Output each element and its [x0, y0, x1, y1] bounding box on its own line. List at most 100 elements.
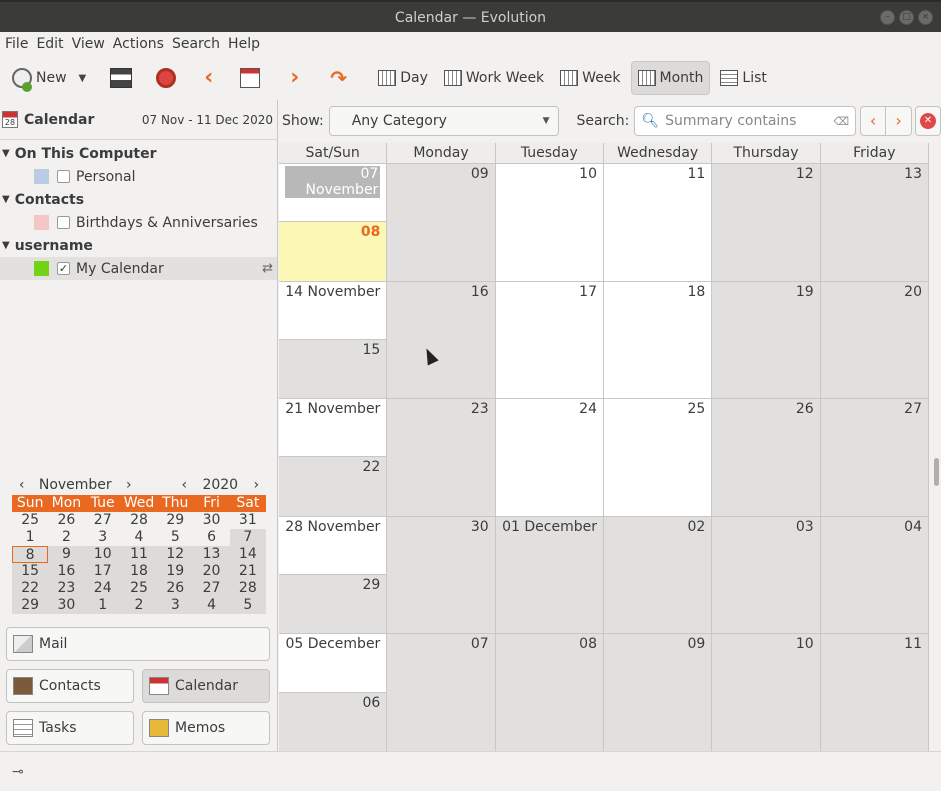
mini-day[interactable]: 12 — [157, 546, 194, 563]
mini-day[interactable]: 3 — [157, 597, 194, 614]
day-cell[interactable]: 25 — [604, 399, 713, 516]
menu-actions[interactable]: Actions — [113, 36, 172, 52]
mini-day[interactable]: 14 — [229, 546, 266, 563]
day-cell[interactable]: 04 — [820, 516, 929, 634]
day-cell[interactable]: 10 — [712, 634, 821, 751]
search-prev-button[interactable]: ‹ — [860, 106, 887, 136]
day-cell[interactable]: 10 — [495, 164, 604, 281]
day-cell[interactable]: 03 — [712, 516, 821, 634]
view-workweek-button[interactable]: Work Week — [438, 61, 550, 95]
day-cell-sunday[interactable]: 06 — [279, 692, 387, 751]
new-dropdown-icon[interactable]: ▼ — [79, 73, 87, 84]
day-cell[interactable]: 11 — [820, 634, 929, 751]
day-cell-saturday[interactable]: 07 November — [279, 164, 387, 223]
day-cell-sunday[interactable]: 22 — [279, 457, 387, 516]
day-cell[interactable]: 11 — [604, 164, 713, 281]
mini-day[interactable]: 11 — [120, 546, 158, 563]
group-username[interactable]: ▼ username — [0, 234, 277, 257]
view-list-button[interactable]: List — [714, 61, 772, 95]
next-month-icon[interactable]: › — [119, 477, 138, 493]
mini-day-today[interactable]: 8 — [12, 546, 49, 563]
mini-day[interactable]: 26 — [157, 580, 194, 597]
mini-day[interactable]: 26 — [48, 512, 84, 529]
close-icon[interactable]: × — [918, 10, 933, 25]
mini-day[interactable]: 27 — [85, 512, 121, 529]
today-button[interactable] — [234, 61, 270, 95]
search-input[interactable]: 🔍︎ Summary contains ⌫ — [634, 106, 857, 136]
source-personal[interactable]: Personal — [0, 165, 277, 188]
mini-day[interactable]: 2 — [48, 529, 84, 546]
group-contacts[interactable]: ▼ Contacts — [0, 188, 277, 211]
mini-day[interactable]: 13 — [193, 546, 230, 563]
mini-day[interactable]: 16 — [48, 563, 85, 580]
day-cell[interactable]: 24 — [495, 399, 604, 516]
day-cell[interactable]: 27 — [820, 399, 929, 516]
mini-day[interactable]: 17 — [84, 563, 121, 580]
online-status-icon[interactable]: ⊸ — [12, 764, 24, 780]
day-cell[interactable]: 09 — [387, 164, 496, 281]
mini-day[interactable]: 22 — [12, 580, 49, 597]
mini-day[interactable]: 10 — [84, 546, 121, 563]
scrollbar-thumb[interactable] — [934, 458, 939, 486]
prev-month-icon[interactable]: ‹ — [12, 477, 31, 493]
view-week-button[interactable]: Week — [554, 61, 626, 95]
day-cell-saturday[interactable]: 05 December — [279, 634, 387, 693]
day-cell-today[interactable]: 08 — [279, 222, 387, 281]
prev-year-icon[interactable]: ‹ — [175, 477, 194, 493]
group-on-this-computer[interactable]: ▼ On This Computer — [0, 142, 277, 165]
category-dropdown[interactable]: Any Category ▼ — [328, 106, 559, 136]
mini-day[interactable]: 4 — [121, 529, 157, 546]
switcher-contacts-button[interactable]: Contacts — [6, 669, 134, 703]
day-cell[interactable]: 30 — [387, 516, 496, 634]
switcher-tasks-button[interactable]: Tasks — [6, 711, 134, 745]
day-cell-saturday[interactable]: 14 November — [279, 281, 387, 340]
mini-day[interactable]: 3 — [85, 529, 121, 546]
go-to-date-button[interactable]: ↷ — [324, 61, 360, 95]
menu-search[interactable]: Search — [172, 36, 228, 52]
mini-day[interactable]: 25 — [12, 512, 48, 529]
mini-day[interactable]: 5 — [157, 529, 193, 546]
mini-day[interactable]: 9 — [48, 546, 85, 563]
day-cell[interactable]: 18 — [604, 281, 713, 399]
next-year-icon[interactable]: › — [247, 477, 266, 493]
mini-day[interactable]: 5 — [229, 597, 266, 614]
mini-day[interactable]: 25 — [120, 580, 158, 597]
switcher-mail-button[interactable]: Mail — [6, 627, 270, 661]
day-cell[interactable]: 09 — [604, 634, 713, 751]
day-cell[interactable]: 01 December — [495, 516, 604, 634]
next-button[interactable]: › — [284, 61, 314, 95]
sync-icon[interactable]: ⇄ — [262, 261, 273, 276]
previous-button[interactable]: ‹ — [198, 61, 228, 95]
day-cell[interactable]: 16 — [387, 281, 496, 399]
mini-day[interactable]: 4 — [193, 597, 230, 614]
mini-day[interactable]: 28 — [229, 580, 266, 597]
menu-help[interactable]: Help — [228, 36, 268, 52]
mini-day[interactable]: 19 — [157, 563, 194, 580]
menu-view[interactable]: View — [72, 36, 113, 52]
maximize-icon[interactable]: □ — [899, 10, 914, 25]
mini-day[interactable]: 1 — [12, 529, 48, 546]
minimize-icon[interactable]: – — [880, 10, 895, 25]
day-cell-saturday[interactable]: 28 November — [279, 516, 387, 576]
search-stop-button[interactable]: ✕ — [915, 106, 941, 136]
vertical-scrollbar[interactable] — [931, 143, 941, 751]
day-cell[interactable]: 17 — [495, 281, 604, 399]
day-cell[interactable]: 12 — [712, 164, 821, 281]
expander-icon[interactable]: ▼ — [2, 148, 10, 159]
mini-day[interactable]: 29 — [12, 597, 49, 614]
day-cell[interactable]: 23 — [387, 399, 496, 516]
switcher-calendar-button[interactable]: Calendar — [142, 669, 270, 703]
day-cell[interactable]: 20 — [820, 281, 929, 399]
day-cell[interactable]: 07 — [387, 634, 496, 751]
new-button[interactable]: New ▼ — [6, 61, 92, 95]
mini-day[interactable]: 29 — [157, 512, 193, 529]
search-next-button[interactable]: › — [886, 106, 913, 136]
source-checkbox[interactable] — [57, 216, 70, 229]
mini-day[interactable]: 1 — [84, 597, 121, 614]
search-icon[interactable]: 🔍︎ — [641, 113, 659, 129]
mini-day[interactable]: 24 — [84, 580, 121, 597]
day-cell[interactable]: 08 — [495, 634, 604, 751]
mini-day[interactable]: 27 — [193, 580, 230, 597]
view-month-button[interactable]: Month — [630, 61, 711, 95]
view-day-button[interactable]: Day — [372, 61, 434, 95]
